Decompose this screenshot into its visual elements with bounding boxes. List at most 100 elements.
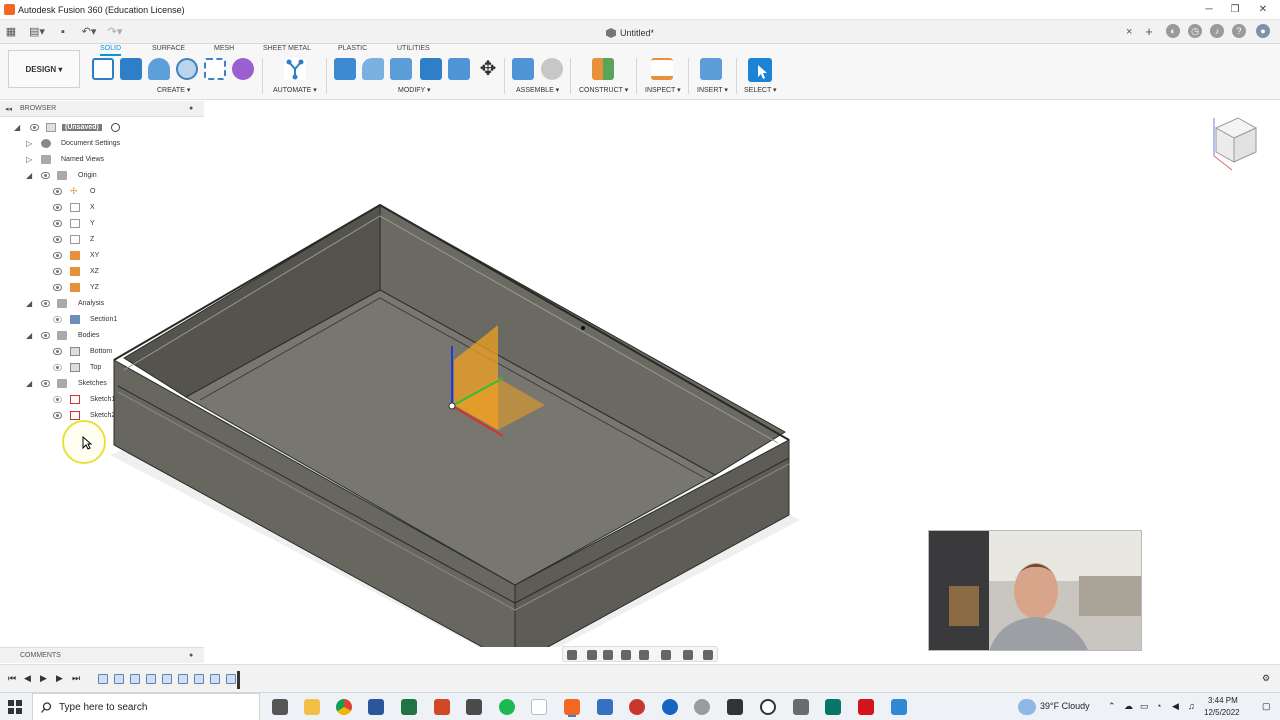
volume-icon[interactable]: ◀ [1172, 701, 1179, 712]
timeline-settings-gear-icon[interactable]: ⚙ [1262, 673, 1272, 684]
job-status-icon[interactable]: ◷ [1188, 24, 1202, 38]
timeline-feature[interactable] [114, 674, 124, 684]
visibility-eye-icon[interactable] [53, 252, 62, 259]
tree-item-xy-plane[interactable]: XY [53, 249, 193, 263]
new-tab-plus-icon[interactable]: + [1142, 24, 1156, 40]
close-tab-icon[interactable]: × [1126, 26, 1132, 38]
weather-text[interactable]: 39°F Cloudy [1040, 701, 1090, 711]
tree-item-sketches[interactable]: ◢ Sketches [26, 377, 196, 391]
excel-icon[interactable] [401, 699, 417, 715]
clock-time[interactable]: 3:44 PM [1208, 696, 1238, 705]
visibility-eye-icon[interactable] [53, 364, 62, 371]
publisher-icon[interactable] [825, 699, 841, 715]
view-cube[interactable] [1208, 114, 1262, 174]
tab-surface[interactable]: SURFACE [152, 45, 185, 52]
insert-menu[interactable]: INSERT ▾ [697, 86, 728, 94]
orbit-icon[interactable] [567, 650, 577, 660]
pan-icon[interactable] [603, 650, 613, 660]
tab-plastic[interactable]: PLASTIC [338, 45, 367, 52]
visibility-eye-icon[interactable] [53, 316, 62, 323]
tree-item-body-top[interactable]: Top [53, 361, 193, 375]
select-cursor-icon[interactable] [748, 58, 772, 82]
tree-item-x-axis[interactable]: X [53, 201, 193, 215]
new-component-icon[interactable] [512, 58, 534, 80]
comments-panel[interactable]: COMMENTS ● [0, 647, 204, 663]
pattern-icon[interactable] [204, 58, 226, 80]
timeline-marker[interactable] [237, 671, 240, 689]
visibility-eye-icon[interactable] [41, 332, 50, 339]
tree-item-analysis[interactable]: ◢ Analysis [26, 297, 196, 311]
spotify-icon[interactable] [499, 699, 515, 715]
app-icon[interactable] [727, 699, 743, 715]
maximize-button[interactable]: ❐ [1222, 2, 1248, 18]
pin-icon[interactable]: ● [189, 652, 193, 659]
chamfer-icon[interactable] [390, 58, 412, 80]
tree-item-z-axis[interactable]: Z [53, 233, 193, 247]
timeline-feature[interactable] [194, 674, 204, 684]
app-icon[interactable] [466, 699, 482, 715]
tray-chevron-icon[interactable]: ⌃ [1108, 701, 1116, 712]
notifications-bell-icon[interactable]: ♪ [1210, 24, 1224, 38]
step-back-icon[interactable]: ◀ [24, 673, 34, 684]
network-icon[interactable]: ▭ [1140, 701, 1149, 712]
visibility-eye-icon[interactable] [53, 236, 62, 243]
zoom-icon[interactable] [621, 650, 631, 660]
wifi-icon[interactable]: ◔ [1156, 701, 1161, 711]
insert-image-icon[interactable] [700, 58, 722, 80]
viewports-icon[interactable] [703, 650, 713, 660]
extrude-icon[interactable] [120, 58, 142, 80]
hole-icon[interactable] [176, 58, 198, 80]
undo-icon[interactable]: ↶▾ [78, 24, 100, 40]
assemble-menu[interactable]: ASSEMBLE ▾ [516, 86, 559, 94]
fillet-icon[interactable] [362, 58, 384, 80]
onedrive-icon[interactable]: ☁ [1124, 701, 1133, 712]
tree-item-bodies[interactable]: ◢ Bodies [26, 329, 196, 343]
data-panel-grid-icon[interactable]: ▦ [4, 24, 18, 40]
notification-center-icon[interactable]: ▢ [1262, 701, 1271, 712]
tab-solid[interactable]: SOLID [100, 45, 122, 56]
modify-menu[interactable]: MODIFY ▾ [398, 86, 431, 94]
tree-item-named-views[interactable]: ▷ Named Views [26, 153, 196, 167]
activate-radio-icon[interactable] [111, 123, 120, 132]
fusion360-taskbar-icon[interactable] [564, 699, 580, 715]
timeline-feature[interactable] [178, 674, 188, 684]
timeline-feature[interactable] [98, 674, 108, 684]
weather-cloud-icon[interactable] [1018, 699, 1036, 715]
tree-root[interactable]: ◢ (Unsaved) [14, 121, 204, 135]
save-icon[interactable]: ▪ [56, 24, 70, 40]
automate-menu[interactable]: AUTOMATE ▾ [273, 86, 317, 94]
visibility-eye-icon[interactable] [53, 268, 62, 275]
taskbar-search-box[interactable]: Type here to search [32, 693, 260, 720]
visibility-eye-icon[interactable] [41, 172, 50, 179]
document-tab[interactable]: Untitled* × [600, 25, 1160, 43]
joint-icon[interactable] [541, 58, 563, 80]
construct-menu[interactable]: CONSTRUCT ▾ [579, 86, 628, 94]
chrome-icon[interactable] [336, 699, 352, 715]
file-menu-icon[interactable]: ▤▾ [26, 24, 48, 40]
tree-item-xz-plane[interactable]: XZ [53, 265, 193, 279]
visibility-eye-icon[interactable] [41, 300, 50, 307]
select-menu[interactable]: SELECT ▾ [744, 86, 777, 94]
visibility-eye-icon[interactable] [53, 220, 62, 227]
obs-icon[interactable] [760, 699, 776, 715]
minimize-button[interactable]: ─ [1196, 2, 1222, 18]
step-forward-icon[interactable]: ▶ [56, 673, 66, 684]
display-settings-icon[interactable] [661, 650, 671, 660]
tab-sheet-metal[interactable]: SHEET METAL [263, 45, 311, 52]
tree-item-origin-point[interactable]: ✢ O [53, 185, 193, 199]
extensions-icon[interactable]: ◐ [1166, 24, 1180, 38]
measure-icon[interactable] [651, 58, 673, 80]
visibility-eye-icon[interactable] [53, 412, 62, 419]
go-to-start-icon[interactable]: ⏮ [8, 673, 18, 684]
look-at-icon[interactable] [587, 650, 597, 660]
timeline-feature[interactable] [210, 674, 220, 684]
create-menu[interactable]: CREATE ▾ [157, 86, 190, 94]
task-view-icon[interactable] [272, 699, 288, 715]
browser-panel-header[interactable]: ◂◂ BROWSER ● [0, 101, 204, 117]
visibility-eye-icon[interactable] [53, 204, 62, 211]
offset-plane-icon[interactable] [592, 58, 614, 80]
move-copy-icon[interactable]: ✥ [477, 58, 499, 80]
visibility-eye-icon[interactable] [53, 396, 62, 403]
tree-item-yz-plane[interactable]: YZ [53, 281, 193, 295]
pin-icon[interactable]: ● [189, 105, 193, 112]
